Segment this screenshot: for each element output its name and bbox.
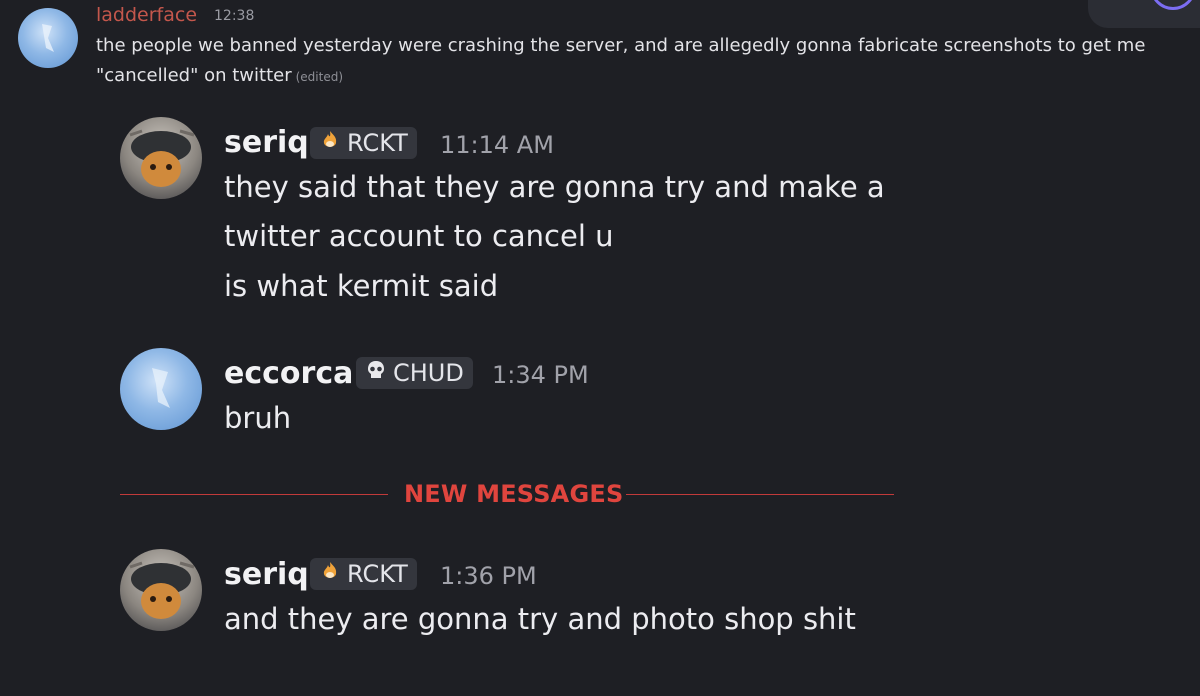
role-tag[interactable]: RCKT [310,127,417,159]
role-tag[interactable]: CHUD [356,357,473,389]
avatar-eccorca[interactable] [120,348,202,430]
avatar-seriq[interactable] [120,549,202,631]
role-tag[interactable]: RCKT [310,558,417,590]
role-tag-label: RCKT [347,129,408,157]
divider-line-right [626,494,894,495]
flame-icon [319,560,341,588]
avatar-ladderface[interactable] [18,8,78,68]
message-text-line: the people we banned yesterday were cras… [96,35,1146,56]
message-text: "cancelled" on twitter [96,65,292,86]
timestamp: 1:34 PM [492,361,589,389]
new-messages-label: NEW MESSAGES [404,480,624,508]
message-text-line: bruh [224,401,292,435]
role-tag-label: CHUD [393,359,464,387]
username-ladderface[interactable]: ladderface [96,4,197,26]
message-text-line: and they are gonna try and photo shop sh… [224,602,856,636]
message-text-line: twitter account to cancel u [224,219,614,253]
message-text-line: is what kermit said [224,269,499,303]
username-eccorca[interactable]: eccorca [224,356,353,391]
flame-icon [319,129,341,157]
message-text-line: they said that they are gonna try and ma… [224,170,885,204]
timestamp: 12:38 [214,8,255,24]
timestamp: 11:14 AM [440,131,554,159]
avatar-seriq[interactable] [120,117,202,199]
message-text-line: "cancelled" on twitter (edited) [96,61,1196,92]
timestamp: 1:36 PM [440,562,537,590]
username-seriq[interactable]: seriq [224,125,309,160]
divider-line-left [120,494,388,495]
role-tag-label: RCKT [347,560,408,588]
edited-label: (edited) [295,70,344,84]
username-seriq[interactable]: seriq [224,557,309,592]
skull-icon [365,359,387,387]
